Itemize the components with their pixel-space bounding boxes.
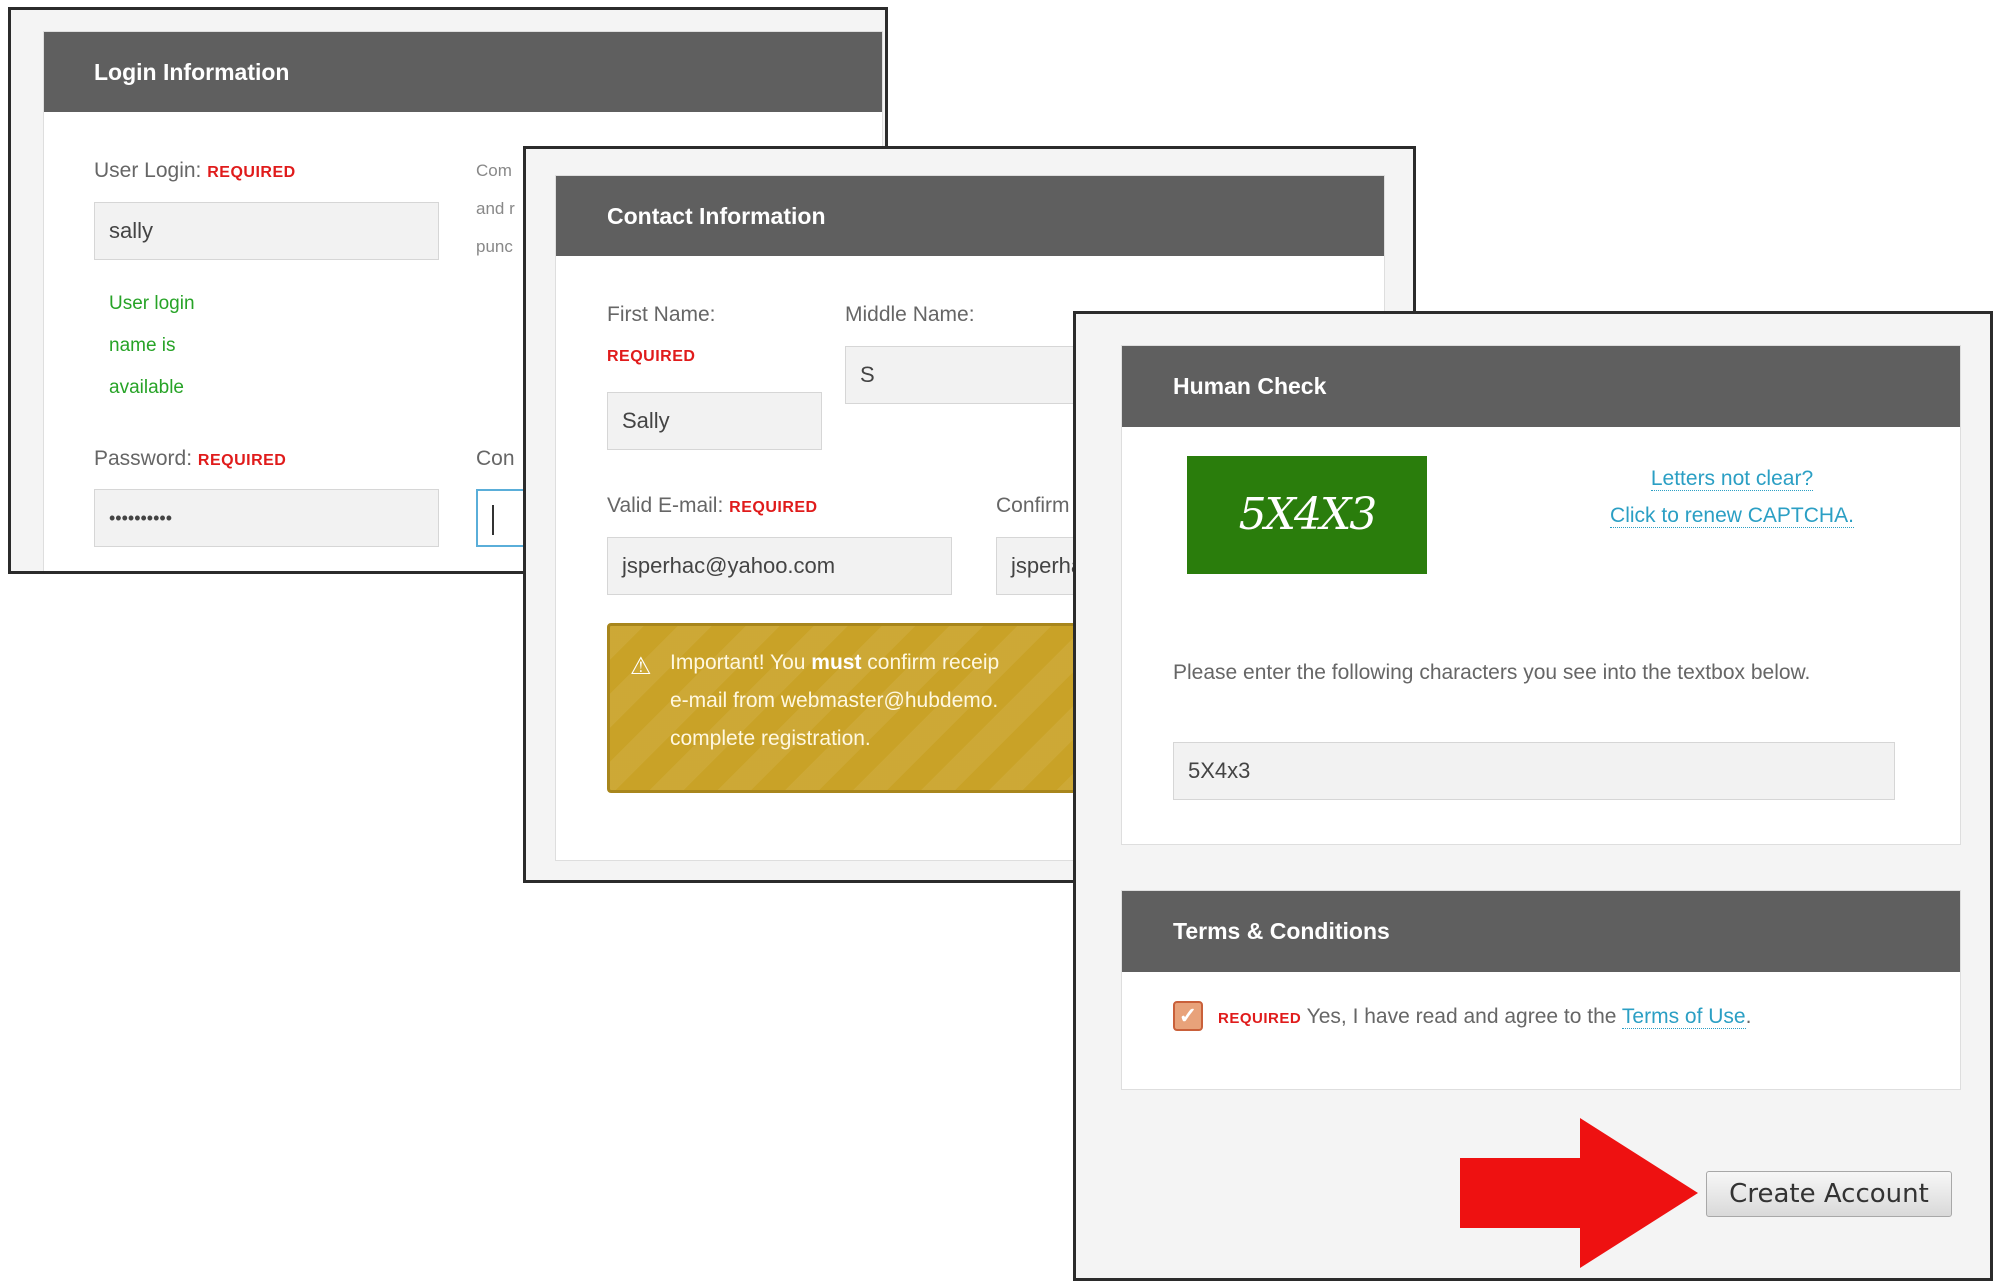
availability-message: User login name is available — [109, 293, 195, 398]
arrow-shape — [1460, 1118, 1698, 1268]
annotation-arrow — [1460, 1118, 1698, 1268]
user-login-label: User Login: REQUIRED — [94, 159, 296, 182]
terms-agreement-label: REQUIRED Yes, I have read and agree to t… — [1218, 1005, 1752, 1029]
email-input[interactable]: jsperhac@yahoo.com — [607, 537, 952, 595]
required-tag: REQUIRED — [197, 452, 287, 469]
confirm-password-label: Con — [476, 447, 515, 470]
email-label: Valid E-mail: REQUIRED — [607, 494, 818, 517]
required-tag: REQUIRED — [207, 164, 296, 181]
letters-not-clear-link[interactable]: Letters not clear? — [1650, 467, 1814, 491]
captcha-image: 5X4X3 — [1187, 456, 1427, 574]
required-tag: REQUIRED — [607, 348, 696, 365]
middle-name-label: Middle Name: — [845, 303, 975, 326]
warning-icon: ⚠ — [630, 653, 652, 680]
contact-section-header: Contact Information — [556, 176, 1384, 256]
required-tag: REQUIRED — [729, 499, 818, 516]
create-account-button[interactable]: Create Account — [1706, 1171, 1952, 1217]
middle-name-input[interactable]: S — [845, 346, 1085, 404]
confirm-email-label: Confirm — [996, 494, 1070, 517]
terms-checkbox[interactable]: ✓ — [1173, 1001, 1203, 1031]
captcha-input[interactable]: 5X4x3 — [1173, 742, 1895, 800]
login-section-header: Login Information — [44, 32, 882, 112]
captcha-instructions: Please enter the following characters yo… — [1173, 661, 1811, 684]
text-cursor — [492, 505, 494, 536]
terms-section: Terms & Conditions ✓ REQUIRED Yes, I hav… — [1121, 890, 1961, 1090]
renew-captcha: Letters not clear? Click to renew CAPTCH… — [1567, 460, 1897, 534]
terms-of-use-link[interactable]: Terms of Use — [1621, 1005, 1746, 1029]
password-label: Password: REQUIRED — [94, 447, 287, 470]
login-hint: Com and r punc — [476, 161, 515, 256]
required-tag: REQUIRED — [1218, 1010, 1302, 1027]
human-check-section: Human Check 5X4X3 Letters not clear? Cli… — [1121, 345, 1961, 845]
renew-captcha-link[interactable]: Click to renew CAPTCHA. — [1610, 504, 1854, 528]
user-login-input[interactable]: sally — [94, 202, 439, 260]
first-name-input[interactable]: Sally — [607, 392, 822, 450]
password-input[interactable]: •••••••••• — [94, 489, 439, 547]
terms-header: Terms & Conditions — [1122, 891, 1960, 972]
first-name-label: First Name: — [607, 303, 716, 326]
human-check-header: Human Check — [1122, 346, 1960, 427]
